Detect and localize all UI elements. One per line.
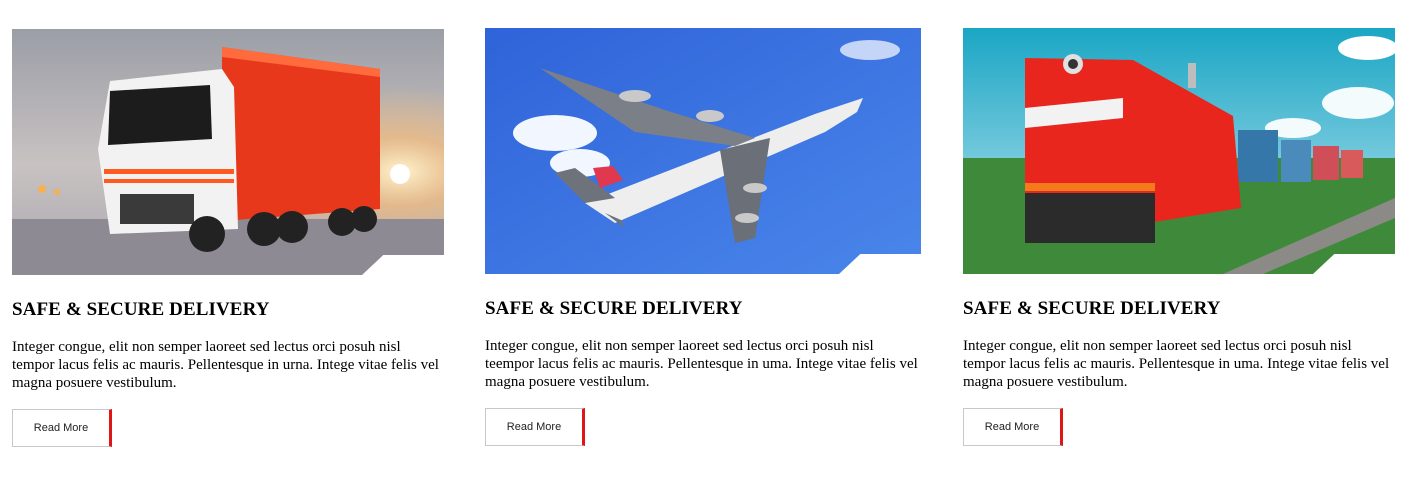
airplane-image (485, 28, 921, 274)
card-description: Integer congue, elit non semper laoreet … (963, 338, 1390, 390)
card-title: SAFE & SECURE DELIVERY (963, 298, 1221, 319)
service-card: SAFE & SECURE DELIVERY Integer congue, e… (963, 28, 1395, 446)
train-image (963, 28, 1395, 274)
service-card: SAFE & SECURE DELIVERY Integer congue, e… (485, 28, 921, 446)
read-more-button[interactable]: Read More (963, 408, 1063, 446)
card-title: SAFE & SECURE DELIVERY (485, 298, 743, 319)
card-description: Integer congue, elit non semper laoreet … (485, 338, 918, 390)
read-more-button[interactable]: Read More (485, 408, 585, 446)
read-more-button[interactable]: Read More (12, 409, 112, 447)
service-card: SAFE & SECURE DELIVERY Integer congue, e… (12, 29, 444, 447)
card-description: Integer congue, elit non semper laoreet … (12, 339, 439, 391)
card-title: SAFE & SECURE DELIVERY (12, 299, 270, 320)
truck-image (12, 29, 444, 275)
